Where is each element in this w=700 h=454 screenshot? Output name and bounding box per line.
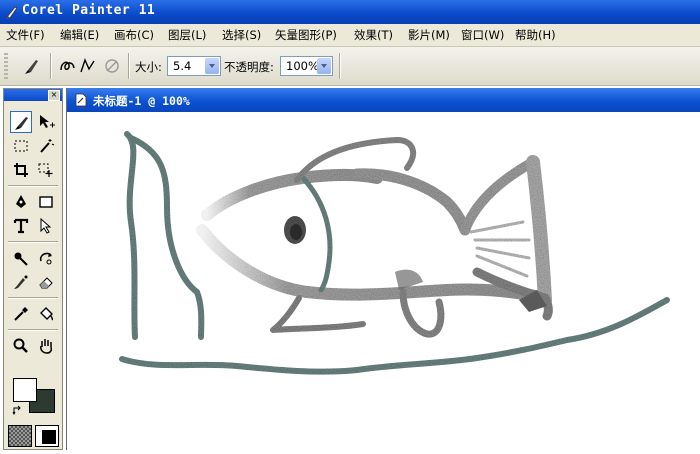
swap-colors-icon[interactable] (12, 405, 24, 417)
drawing-canvas[interactable] (67, 112, 700, 450)
paper-selector[interactable] (8, 425, 32, 447)
fish-tail-edge-stroke (526, 155, 552, 307)
rectangular-selection-tool[interactable] (10, 135, 32, 157)
canvas-artwork (119, 131, 670, 375)
paint-bucket-tool[interactable] (35, 303, 57, 325)
document-title: 未标题-1 @ 100% (93, 94, 190, 108)
menu-canvas[interactable]: 画布(C) (114, 27, 154, 43)
close-icon[interactable]: × (48, 90, 60, 101)
pen-tool[interactable] (10, 191, 32, 213)
gradient-selector[interactable] (35, 425, 59, 447)
property-bar: 大小: 5.4 不透明度: 100% (0, 47, 700, 86)
chevron-down-icon[interactable] (205, 58, 219, 74)
toolbox-separator (8, 185, 58, 187)
app-title: Corel Painter 11 (22, 3, 156, 18)
freehand-stroke-icon[interactable] (58, 56, 78, 76)
toolbar-separator (339, 53, 341, 79)
fish-gill-stroke (300, 175, 333, 293)
app-title-bar: Corel Painter 11 (0, 0, 700, 24)
document-title-bar[interactable]: 未标题-1 @ 100% (67, 88, 700, 112)
toolbar-separator (50, 53, 52, 79)
magic-wand-tool[interactable] (35, 135, 57, 157)
toolbox-title-bar[interactable]: × (4, 89, 62, 101)
cloner-icon (14, 275, 28, 289)
toolbox-separator (8, 297, 58, 299)
dropper-icon (14, 307, 28, 321)
chevron-down-icon[interactable] (317, 58, 331, 74)
size-label: 大小: (135, 60, 162, 74)
gradient-preview (42, 430, 56, 444)
fish-pelvic-fin-stroke (270, 295, 366, 333)
magic-wand-icon (40, 139, 55, 153)
toolbox-separator (8, 329, 58, 331)
layer-adjuster-icon (40, 115, 55, 128)
eraser-tool[interactable] (35, 271, 57, 293)
menu-file[interactable]: 文件(F) (6, 27, 45, 43)
shape-selection-tool[interactable] (35, 215, 57, 237)
toolbar-grip[interactable] (4, 53, 8, 79)
toolbox-separator (8, 241, 58, 243)
selection-adjuster-tool[interactable] (35, 159, 57, 181)
opacity-combo[interactable]: 100% (280, 56, 333, 76)
menu-bar: 文件(F) 编辑(E) 画布(C) 图层(L) 选择(S) 矢量图形(P) 效果… (0, 24, 700, 47)
cloner-tool[interactable] (10, 271, 32, 293)
rotate-page-tool[interactable] (35, 247, 57, 269)
brush-icon[interactable] (22, 56, 42, 76)
dodge-tool[interactable] (10, 247, 32, 269)
primary-color-swatch[interactable] (13, 378, 37, 402)
straight-line-stroke-icon[interactable] (78, 56, 98, 76)
menu-help[interactable]: 帮助(H) (515, 27, 556, 43)
rotate-page-icon (39, 252, 52, 265)
opacity-label: 不透明度: (224, 60, 274, 74)
fish-body-top-stroke (201, 169, 383, 221)
layer-adjuster-tool[interactable] (35, 111, 57, 133)
rectangular-selection-icon (14, 140, 28, 152)
document-window: 未标题-1 @ 100% (66, 88, 700, 450)
fish-tail-ray (469, 220, 525, 234)
menu-select[interactable]: 选择(S) (222, 27, 261, 43)
text-icon (13, 218, 29, 234)
brush-tool[interactable] (10, 111, 32, 133)
selection-adjuster-icon (38, 163, 53, 177)
size-combo[interactable]: 5.4 (167, 56, 221, 76)
grabber-tool[interactable] (35, 335, 57, 357)
pen-icon (16, 195, 26, 208)
fish-tail-ray (475, 246, 531, 260)
magnifier-tool[interactable] (10, 335, 32, 357)
document-icon (75, 93, 87, 107)
shape-selection-icon (40, 217, 52, 234)
fish-tail-fin-stroke (460, 157, 538, 235)
opacity-value: 100% (286, 59, 319, 73)
menu-movie[interactable]: 影片(M) (408, 27, 450, 43)
rectangle-shape-icon (39, 196, 53, 208)
grabber-hand-icon (40, 339, 52, 354)
dodge-icon (14, 252, 28, 266)
reset-tool-icon[interactable] (102, 56, 122, 76)
paint-bucket-icon (40, 307, 54, 321)
toolbox-panel: × (3, 88, 63, 450)
menu-shapes[interactable]: 矢量图形(P) (275, 27, 337, 43)
menu-effects[interactable]: 效果(T) (354, 27, 393, 43)
dropper-tool[interactable] (10, 303, 32, 325)
rectangle-shape-tool[interactable] (35, 191, 57, 213)
toolbar-separator (128, 53, 130, 79)
text-tool[interactable] (10, 215, 32, 237)
size-value: 5.4 (173, 59, 192, 73)
painter-brush-logo-icon (6, 6, 18, 19)
seaweed-stroke (128, 135, 205, 340)
crop-tool[interactable] (10, 159, 32, 181)
seaweed-stroke (124, 131, 138, 340)
magnifier-icon (13, 338, 28, 353)
fish-eye-inner (290, 224, 302, 240)
menu-layers[interactable]: 图层(L) (168, 27, 206, 43)
brush-icon (15, 117, 28, 130)
eraser-icon (39, 277, 53, 289)
crop-icon (14, 163, 28, 177)
menu-window[interactable]: 窗口(W) (461, 27, 504, 43)
menu-edit[interactable]: 编辑(E) (60, 27, 99, 43)
